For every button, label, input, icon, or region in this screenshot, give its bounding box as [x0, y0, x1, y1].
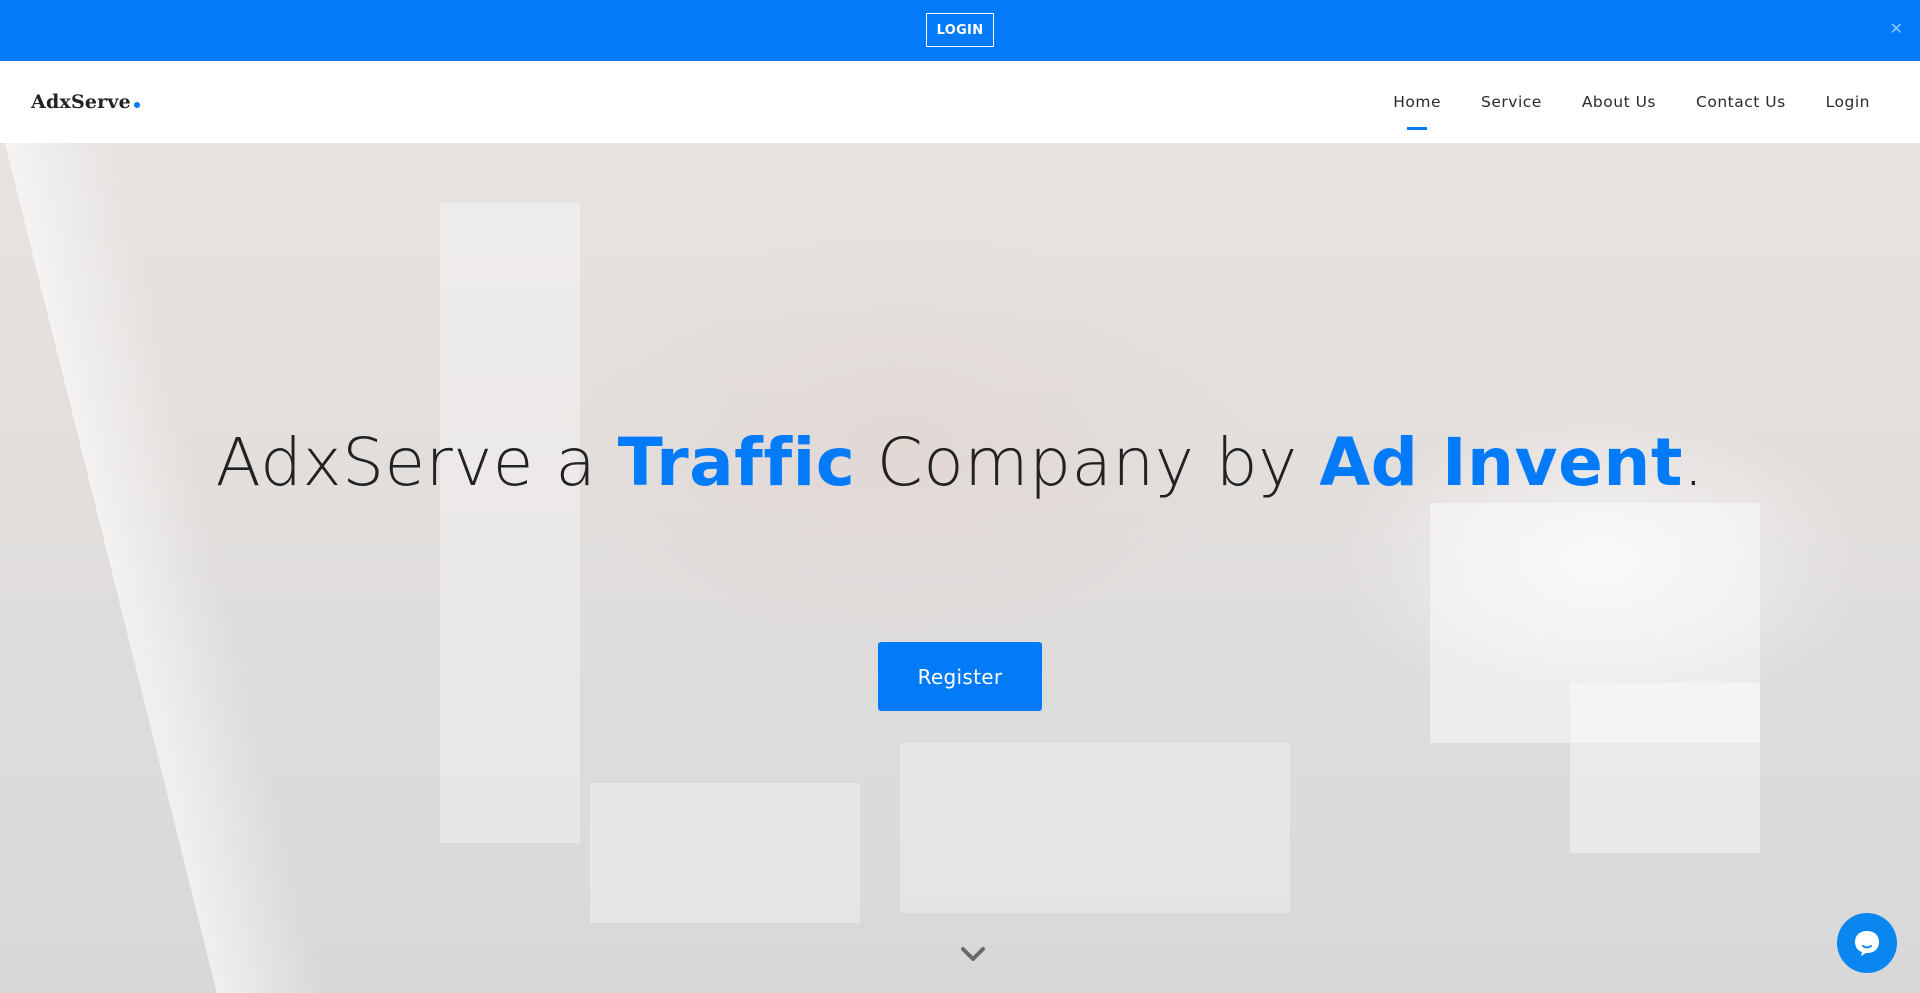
- nav-item-about-us[interactable]: About Us: [1582, 93, 1656, 111]
- hero-section: AdxServe a Traffic Company by Ad Invent.…: [0, 143, 1920, 993]
- main-nav: Home Service About Us Contact Us Login: [1393, 61, 1870, 143]
- nav-item-login[interactable]: Login: [1826, 93, 1870, 111]
- hero-headline: AdxServe a Traffic Company by Ad Invent.: [0, 421, 1920, 505]
- headline-text: AdxServe a: [215, 424, 618, 501]
- background-window: [440, 203, 580, 843]
- headline-accent-traffic: Traffic: [617, 424, 856, 501]
- logo[interactable]: AdxServe: [31, 91, 140, 113]
- background-sofa: [900, 743, 1290, 913]
- logo-dot: [133, 102, 140, 108]
- navbar: AdxServe Home Service About Us Contact U…: [0, 61, 1920, 143]
- close-icon[interactable]: ✕: [1890, 21, 1903, 37]
- chat-button[interactable]: [1837, 913, 1897, 973]
- nav-item-home[interactable]: Home: [1393, 93, 1441, 111]
- chevron-down-icon[interactable]: [958, 943, 988, 965]
- background-desk: [1570, 683, 1760, 853]
- background-sofa: [590, 783, 860, 923]
- nav-item-contact-us[interactable]: Contact Us: [1696, 93, 1786, 111]
- headline-text: Company by: [855, 424, 1320, 501]
- announcement-bar: LOGIN ✕: [0, 0, 1920, 61]
- headline-text: .: [1682, 424, 1705, 501]
- chat-bubble-icon: [1855, 931, 1879, 956]
- headline-accent-ad-invent: Ad Invent: [1319, 424, 1683, 501]
- background-image: [0, 143, 335, 993]
- register-button[interactable]: Register: [878, 642, 1042, 711]
- logo-text: AdxServe: [31, 91, 131, 113]
- topbar-login-button[interactable]: LOGIN: [926, 13, 994, 47]
- nav-item-service[interactable]: Service: [1481, 93, 1542, 111]
